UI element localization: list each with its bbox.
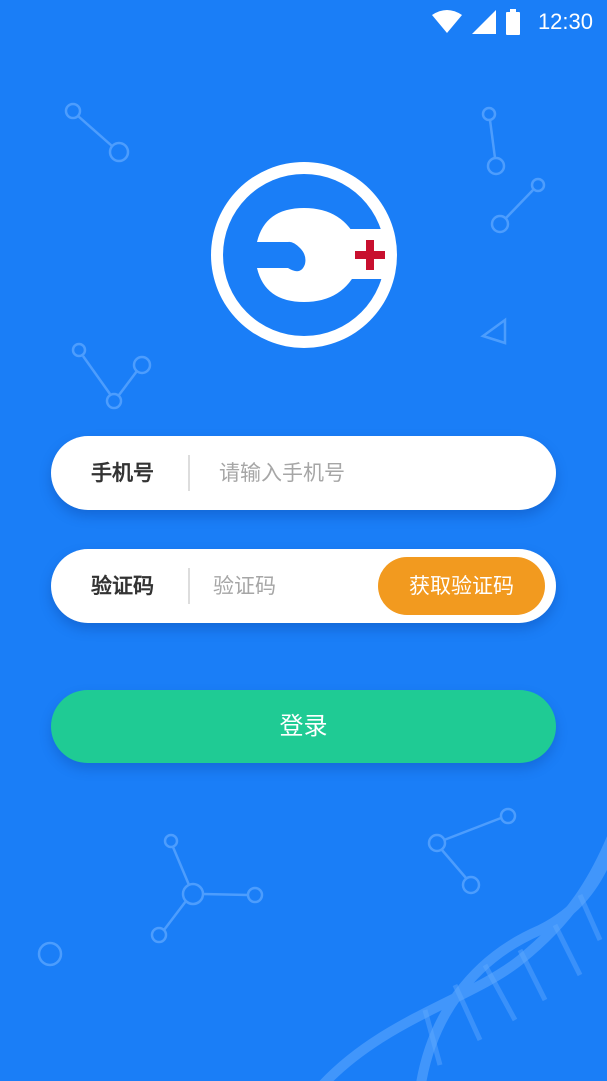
- phone-field: 手机号: [51, 436, 556, 510]
- phone-label: 手机号: [91, 461, 154, 485]
- login-button[interactable]: 登录: [51, 690, 556, 763]
- wifi-icon: [431, 10, 462, 33]
- medical-logo-icon: [211, 162, 397, 348]
- status-time: 12:30: [537, 9, 593, 34]
- get-code-button[interactable]: 获取验证码: [378, 557, 545, 615]
- login-screen: 12:30 手机号 验证码 获取验证码 登录: [0, 0, 607, 1081]
- signal-icon: [471, 10, 496, 34]
- status-bar: 12:30: [0, 0, 607, 44]
- code-input[interactable]: [213, 566, 363, 606]
- status-icons: 12:30: [431, 8, 593, 36]
- code-label: 验证码: [91, 574, 154, 598]
- battery-icon: [505, 9, 520, 35]
- code-field-divider: [188, 568, 190, 604]
- phone-input[interactable]: [219, 453, 519, 493]
- code-field: 验证码 获取验证码: [51, 549, 556, 623]
- phone-field-divider: [188, 455, 190, 491]
